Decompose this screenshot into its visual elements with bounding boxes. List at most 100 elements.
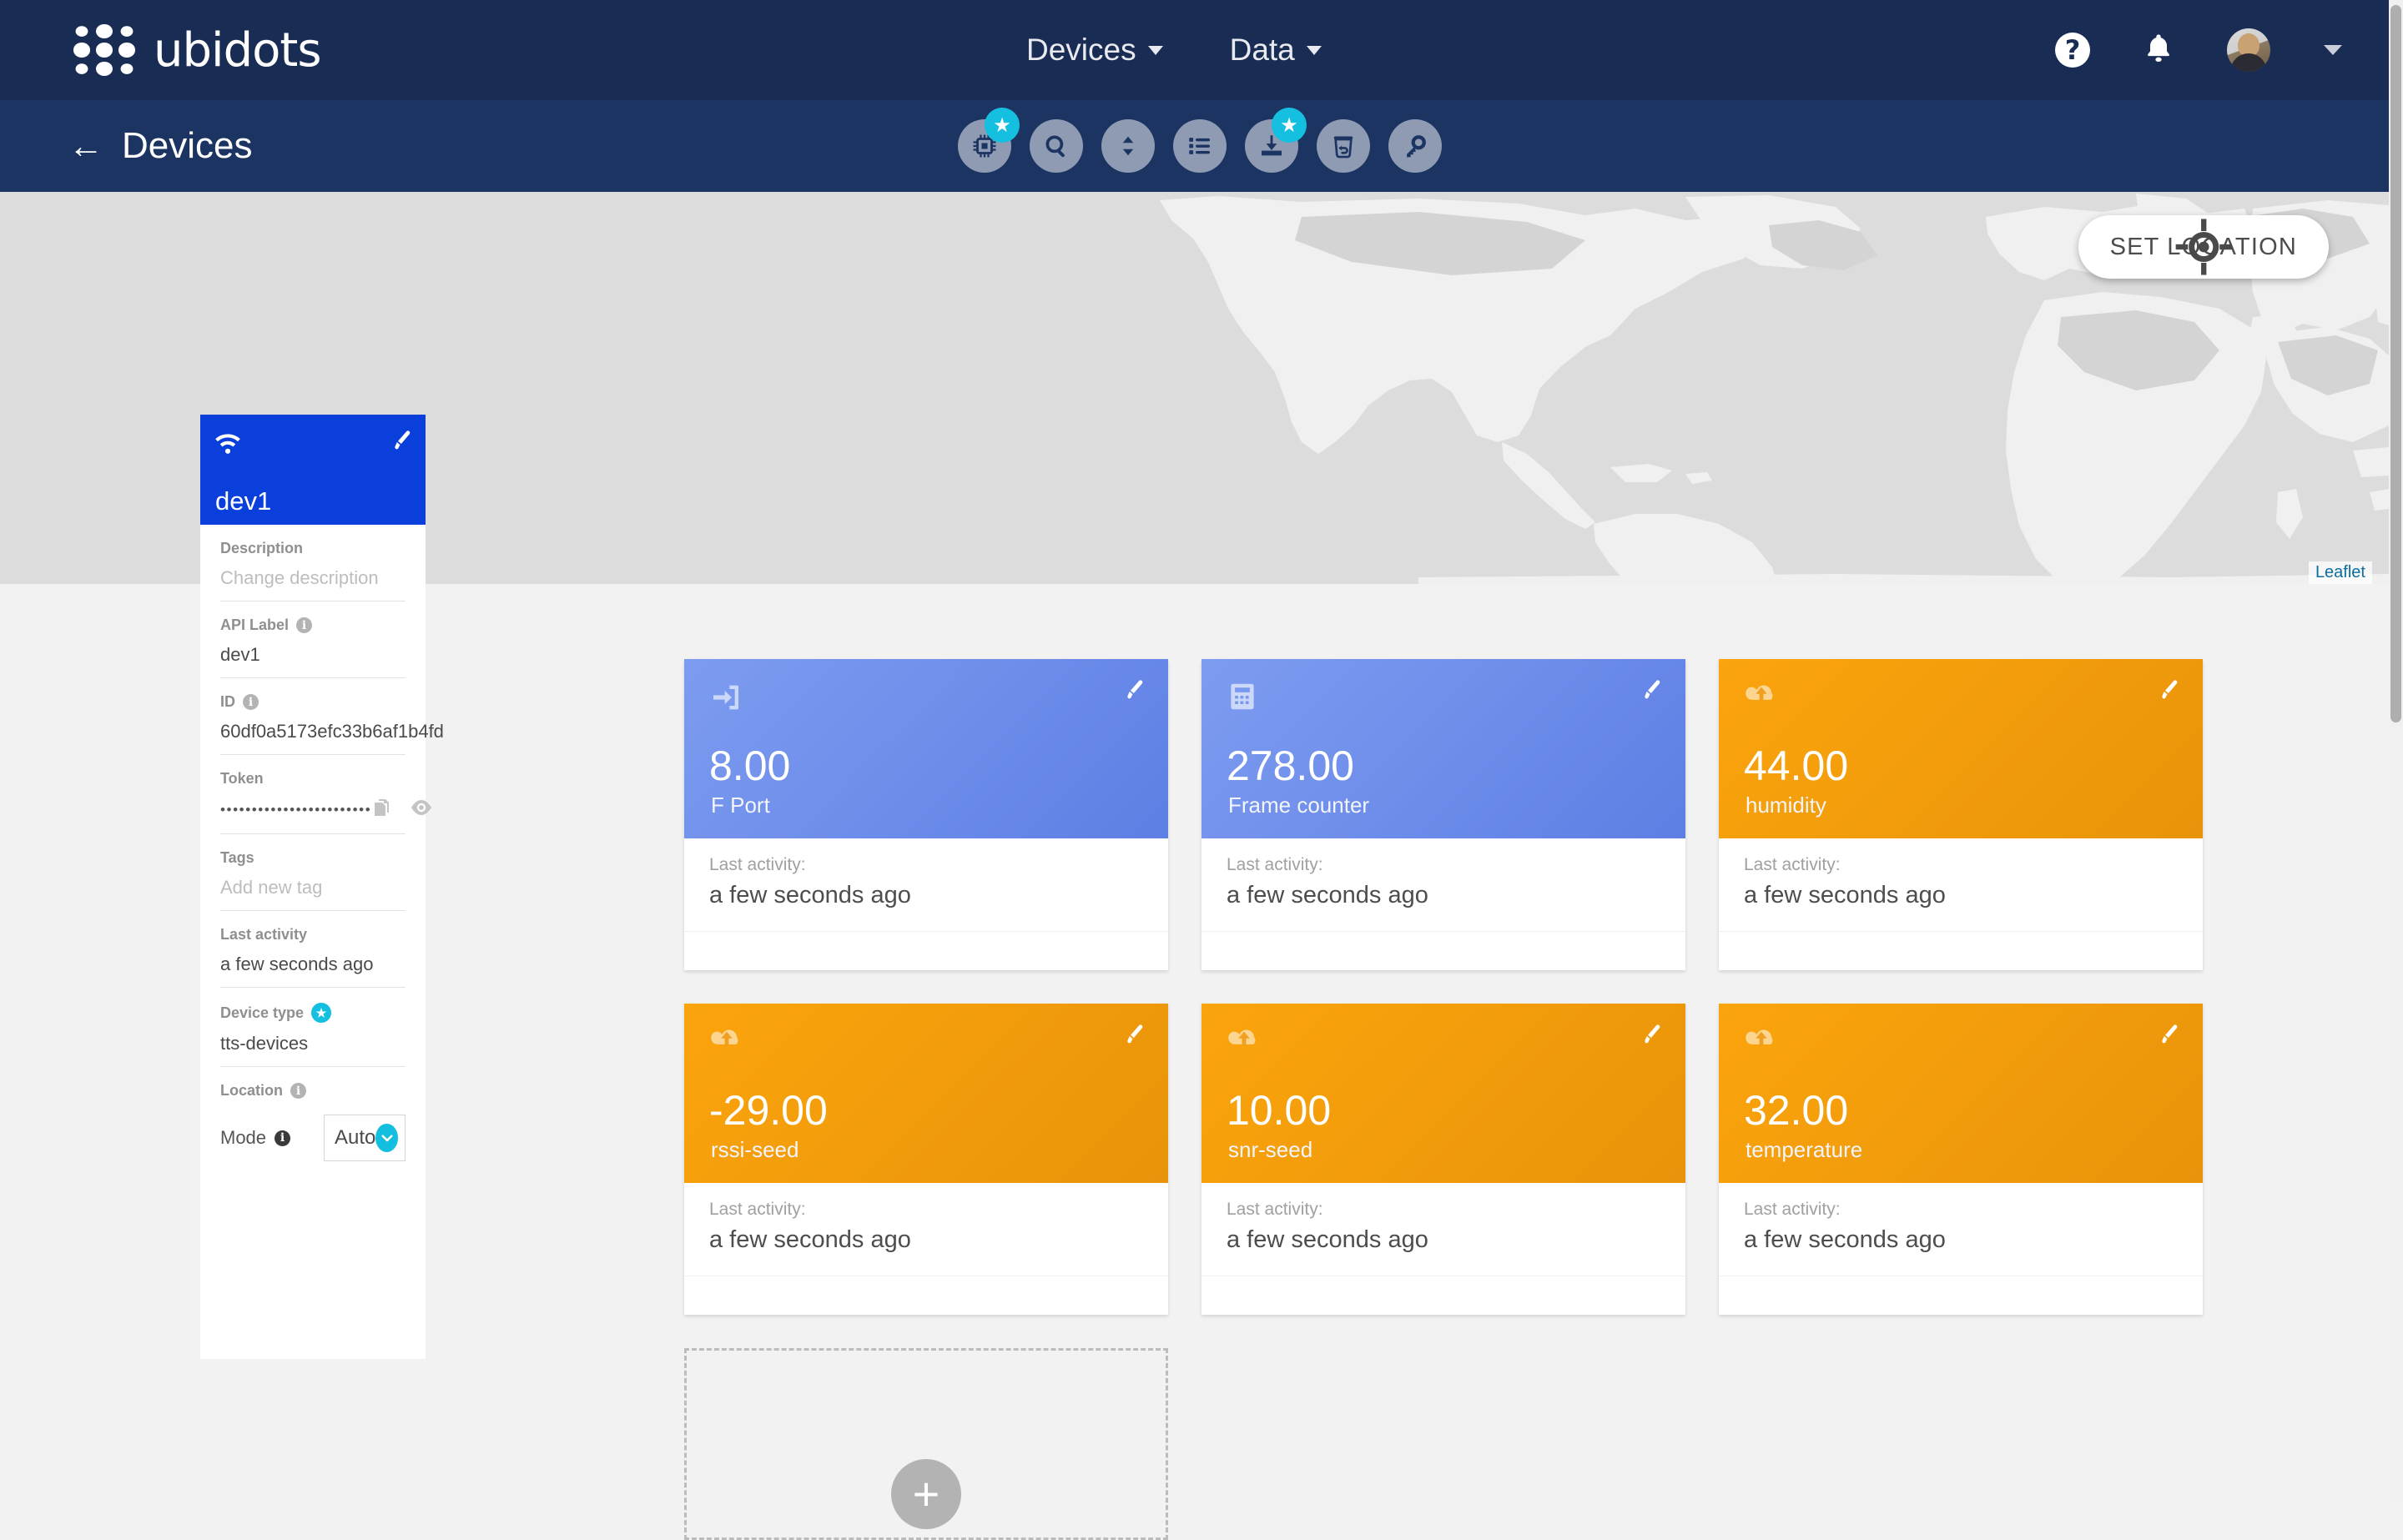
nav-item-devices[interactable]: Devices — [1026, 33, 1163, 68]
nav-item-data-label: Data — [1230, 33, 1295, 68]
api-label-value[interactable]: dev1 — [220, 644, 406, 666]
variable-label: temperature — [1746, 1137, 1862, 1163]
add-tag-input[interactable]: Add new tag — [220, 877, 406, 898]
variable-card[interactable]: 32.00 temperature Last activity: a few s… — [1719, 1004, 2203, 1315]
chevron-down-icon[interactable] — [2324, 45, 2342, 55]
breadcrumb[interactable]: ← Devices — [68, 125, 253, 167]
sub-navigation-bar: ← Devices ★ — [0, 100, 2389, 192]
field-label: Description — [220, 540, 406, 557]
crosshair-location-icon — [2078, 215, 2329, 279]
cloud-upload-icon — [1744, 1025, 1779, 1058]
info-icon[interactable]: i — [243, 694, 259, 710]
info-icon[interactable]: i — [290, 1083, 306, 1099]
variable-card-body: Last activity: a few seconds ago — [1202, 838, 1685, 932]
brand-logo[interactable]: ubidots — [73, 23, 321, 78]
variable-card-body: Last activity: a few seconds ago — [1719, 838, 2203, 932]
field-label-text: Token — [220, 770, 264, 788]
variable-card[interactable]: 44.00 humidity Last activity: a few seco… — [1719, 659, 2203, 970]
chevron-down-icon — [1307, 46, 1322, 55]
paint-brush-icon[interactable] — [2156, 1022, 2181, 1051]
variable-label: rssi-seed — [711, 1137, 798, 1163]
field-label: Tags — [220, 849, 406, 867]
page-scrollbar-track[interactable] — [2389, 0, 2403, 1502]
import-button[interactable]: ★ — [1245, 119, 1298, 173]
token-row: •••••••••••••••••••••••• — [220, 798, 406, 822]
field-label: Last activity — [220, 926, 406, 944]
paint-brush-icon[interactable] — [2156, 677, 2181, 707]
variable-value: 10.00 — [1227, 1090, 1331, 1131]
trash-restore-icon — [1330, 132, 1357, 160]
trash-restore-button[interactable] — [1317, 119, 1370, 173]
variable-card-footer — [684, 1276, 1168, 1315]
variable-value: -29.00 — [709, 1090, 828, 1131]
variable-value: 278.00 — [1227, 745, 1354, 787]
eye-icon[interactable] — [410, 799, 433, 820]
field-label-text: API Label — [220, 617, 289, 634]
field-label-text: Tags — [220, 849, 254, 867]
page-scrollbar-thumb[interactable] — [2390, 5, 2401, 722]
last-activity-value: a few seconds ago — [1227, 882, 1660, 909]
paint-brush-icon[interactable] — [1639, 677, 1664, 707]
paint-brush-icon[interactable] — [1121, 1022, 1146, 1051]
variable-card[interactable]: -29.00 rssi-seed Last activity: a few se… — [684, 1004, 1168, 1315]
variable-card[interactable]: 278.00 Frame counter Last activity: a fe… — [1202, 659, 1685, 970]
sort-button[interactable] — [1101, 119, 1155, 173]
last-activity-label: Last activity: — [1744, 1200, 2178, 1220]
variable-label: humidity — [1746, 793, 1826, 818]
info-icon[interactable]: i — [296, 617, 312, 633]
top-nav-actions: ? — [2055, 0, 2342, 100]
variable-card[interactable]: 8.00 F Port Last activity: a few seconds… — [684, 659, 1168, 970]
paint-brush-icon[interactable] — [389, 428, 414, 457]
sort-icon — [1116, 132, 1141, 160]
last-activity-value: a few seconds ago — [709, 1226, 1143, 1254]
info-icon[interactable]: i — [275, 1130, 290, 1146]
star-icon[interactable]: ★ — [311, 1003, 331, 1023]
description-input[interactable]: Change description — [220, 567, 406, 589]
cloud-upload-icon — [1227, 1025, 1262, 1058]
variable-card[interactable]: 10.00 snr-seed Last activity: a few seco… — [1202, 1004, 1685, 1315]
variable-card-body: Last activity: a few seconds ago — [1719, 1183, 2203, 1276]
nav-item-devices-label: Devices — [1026, 33, 1136, 68]
last-activity-label: Last activity: — [1227, 855, 1660, 875]
last-activity-value: a few seconds ago — [709, 882, 1143, 909]
mode-select[interactable]: Auto — [324, 1115, 406, 1161]
variables-section: 8.00 F Port Last activity: a few seconds… — [634, 584, 2386, 1540]
last-activity-value: a few seconds ago — [1744, 1226, 2178, 1254]
field-location: Location i Mode i Auto — [220, 1067, 406, 1173]
variable-card-header: 32.00 temperature — [1719, 1004, 2203, 1183]
bell-icon[interactable] — [2142, 30, 2175, 71]
leaflet-attribution[interactable]: Leaflet — [2309, 561, 2372, 584]
variable-label: F Port — [711, 793, 770, 818]
paint-brush-icon[interactable] — [1639, 1022, 1664, 1051]
help-icon[interactable]: ? — [2055, 33, 2090, 68]
api-key-button[interactable] — [1388, 119, 1442, 173]
last-activity-value: a few seconds ago — [220, 954, 406, 975]
search-icon — [1042, 132, 1071, 160]
nav-item-data[interactable]: Data — [1230, 33, 1322, 68]
device-type-value[interactable]: tts-devices — [220, 1033, 406, 1054]
field-label-text: Last activity — [220, 926, 307, 944]
field-api-label: API Label i dev1 — [220, 601, 406, 678]
variable-label: Frame counter — [1228, 793, 1369, 818]
arrow-left-icon[interactable]: ← — [68, 128, 103, 164]
token-actions — [371, 798, 433, 822]
variable-card-footer — [1719, 1276, 2203, 1315]
login-arrow-icon — [709, 681, 743, 718]
device-chip-button[interactable]: ★ — [958, 119, 1011, 173]
cloud-upload-icon — [709, 1025, 744, 1058]
variable-card-header: 44.00 humidity — [1719, 659, 2203, 838]
set-location-button[interactable]: SET LOCATION — [2078, 215, 2329, 279]
variable-card-body: Last activity: a few seconds ago — [684, 838, 1168, 932]
copy-icon[interactable] — [371, 798, 391, 822]
variable-card-footer — [1202, 1276, 1685, 1315]
field-label-text: ID — [220, 693, 235, 711]
paint-brush-icon[interactable] — [1121, 677, 1146, 707]
variable-card-footer — [1719, 932, 2203, 970]
list-view-button[interactable] — [1173, 119, 1227, 173]
field-label: Token — [220, 770, 406, 788]
avatar[interactable] — [2227, 28, 2270, 72]
last-activity-label: Last activity: — [709, 855, 1143, 875]
search-button[interactable] — [1030, 119, 1083, 173]
field-label: Location i — [220, 1082, 406, 1100]
add-variable-card[interactable]: + — [684, 1348, 1168, 1540]
